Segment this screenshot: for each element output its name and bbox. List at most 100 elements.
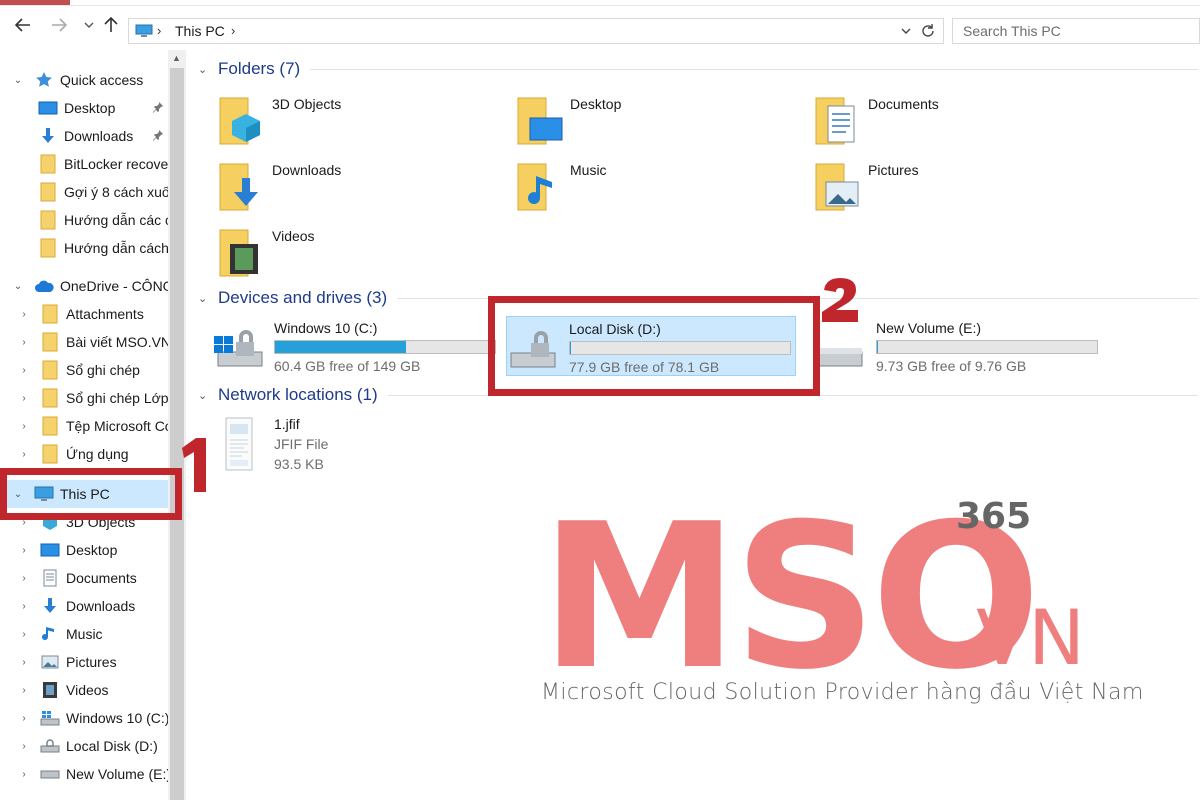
sidebar-scrollbar[interactable]: ▲	[168, 50, 186, 800]
document-icon	[40, 569, 60, 587]
music-note-icon	[40, 625, 60, 643]
chevron-right-icon[interactable]: ›	[18, 741, 30, 752]
chevron-right-icon[interactable]: ›	[18, 309, 30, 320]
sidebar-item-folder[interactable]: › Ứng dụng	[0, 440, 168, 468]
drive-free-space: 60.4 GB free of 149 GB	[274, 358, 421, 374]
download-arrow-icon	[40, 597, 60, 615]
sidebar-item-label: Hướng dẫn các c	[64, 212, 168, 228]
chevron-down-icon[interactable]: ⌄	[12, 281, 24, 292]
back-button[interactable]	[12, 14, 34, 36]
chevron-right-icon[interactable]: ›	[18, 629, 30, 640]
sidebar-item-downloads[interactable]: › Downloads	[0, 592, 168, 620]
sidebar-item-new-volume[interactable]: › New Volume (E:)	[0, 760, 168, 788]
navigation-pane: ⌄ Quick access Desktop Downloads BitLock…	[0, 50, 186, 800]
chevron-down-icon[interactable]	[899, 22, 913, 40]
chevron-right-icon[interactable]: ›	[18, 337, 30, 348]
search-input[interactable]: Search This PC	[952, 18, 1200, 44]
chevron-right-icon[interactable]: ›	[18, 713, 30, 724]
sidebar-item-desktop[interactable]: › Desktop	[0, 536, 168, 564]
drive-free-space: 9.73 GB free of 9.76 GB	[876, 358, 1027, 374]
folder-icon	[40, 332, 60, 352]
chevron-down-icon[interactable]: ⌄	[198, 389, 212, 402]
chevron-right-icon[interactable]: ›	[18, 449, 30, 460]
sidebar-item-label: Desktop	[66, 542, 118, 558]
sidebar-item-pictures[interactable]: › Pictures	[0, 648, 168, 676]
chevron-right-icon[interactable]: ›	[18, 685, 30, 696]
folder-music[interactable]: Music	[516, 158, 607, 214]
chevron-right-icon[interactable]: ›	[18, 769, 30, 780]
sidebar-item-downloads-quick[interactable]: Downloads	[0, 122, 168, 150]
mso-watermark-logo: MSO .VN 365	[540, 490, 1080, 680]
folder-desktop[interactable]: Desktop	[516, 92, 621, 148]
cube-folder-icon	[218, 92, 266, 148]
drive-windows-c[interactable]: Windows 10 (C:) 60.4 GB free of 149 GB	[212, 316, 502, 376]
chevron-down-icon[interactable]: ⌄	[198, 63, 212, 76]
chevron-right-icon[interactable]: ›	[18, 545, 30, 556]
sidebar-item-folder[interactable]: Hướng dẫn cách	[0, 234, 168, 262]
chevron-right-icon[interactable]: ›	[18, 421, 30, 432]
sidebar-item-label: Bài viết MSO.VN	[66, 334, 168, 350]
highlight-box-this-pc	[0, 468, 182, 520]
sidebar-item-folder[interactable]: › Sổ ghi chép	[0, 356, 168, 384]
chevron-right-icon[interactable]: ›	[18, 601, 30, 612]
drive-icon	[40, 765, 60, 783]
chevron-right-icon[interactable]: ›	[18, 393, 30, 404]
drive-usage-bar	[876, 340, 1098, 354]
forward-button[interactable]	[48, 14, 70, 36]
watermark-suffix: .VN	[952, 593, 1080, 680]
sidebar-item-label: Pictures	[66, 654, 117, 670]
sidebar-item-windows-drive[interactable]: › Windows 10 (C:)	[0, 704, 168, 732]
folder-documents[interactable]: Documents	[814, 92, 939, 148]
pin-icon[interactable]	[152, 101, 164, 113]
ribbon-accent	[0, 0, 70, 5]
sidebar-item-quick-access[interactable]: ⌄ Quick access	[0, 66, 168, 94]
folder-icon	[40, 388, 60, 408]
sidebar-item-local-disk[interactable]: › Local Disk (D:)	[0, 732, 168, 760]
sidebar-item-folder[interactable]: Gợi ý 8 cách xuố	[0, 178, 168, 206]
sidebar-item-label: Desktop	[64, 100, 116, 116]
divider	[310, 68, 1198, 70]
sidebar-item-folder[interactable]: BitLocker recove	[0, 150, 168, 178]
sidebar-item-folder[interactable]: › Bài viết MSO.VN	[0, 328, 168, 356]
scroll-up-icon[interactable]: ▲	[172, 53, 181, 63]
sidebar-item-folder[interactable]: › Tệp Microsoft Co	[0, 412, 168, 440]
sidebar-item-folder[interactable]: Hướng dẫn các c	[0, 206, 168, 234]
breadcrumb-this-pc[interactable]: This PC	[175, 23, 225, 39]
folder-name: Documents	[868, 96, 939, 112]
up-button[interactable]	[100, 14, 122, 36]
drive-usage-fill	[877, 341, 878, 353]
chevron-down-icon[interactable]: ⌄	[12, 75, 24, 86]
folder-downloads[interactable]: Downloads	[218, 158, 341, 214]
sidebar-item-folder[interactable]: › Sổ ghi chép Lớp	[0, 384, 168, 412]
sidebar-item-music[interactable]: › Music	[0, 620, 168, 648]
arrow-up-icon	[104, 17, 118, 32]
chevron-right-icon[interactable]: ›	[18, 365, 30, 376]
chevron-right-icon[interactable]: ›	[18, 573, 30, 584]
star-icon	[34, 71, 54, 89]
refresh-icon[interactable]	[919, 22, 937, 40]
folder-pictures[interactable]: Pictures	[814, 158, 919, 214]
navigation-bar: › This PC › Search This PC	[0, 6, 1200, 46]
sidebar-item-documents[interactable]: › Documents	[0, 564, 168, 592]
sidebar-item-onedrive[interactable]: ⌄ OneDrive - CÔNG	[0, 272, 168, 300]
sidebar-item-label: Local Disk (D:)	[66, 738, 158, 754]
drive-new-volume-e[interactable]: New Volume (E:) 9.73 GB free of 9.76 GB	[814, 316, 1104, 376]
sidebar-item-folder[interactable]: › Attachments	[0, 300, 168, 328]
folder-videos[interactable]: Videos	[218, 224, 315, 280]
pin-icon[interactable]	[152, 129, 164, 141]
address-bar[interactable]: › This PC ›	[128, 18, 944, 44]
breadcrumb-separator[interactable]: ›	[231, 23, 235, 38]
folder-3d-objects[interactable]: 3D Objects	[218, 92, 341, 148]
group-header-folders[interactable]: ⌄ Folders (7)	[198, 57, 1198, 81]
network-file-jfif[interactable]: 1.jfif JFIF File 93.5 KB	[216, 414, 376, 474]
chevron-down-icon[interactable]: ⌄	[198, 292, 212, 305]
recent-locations-button[interactable]	[78, 14, 100, 36]
file-type: JFIF File	[274, 436, 329, 452]
chevron-right-icon[interactable]: ›	[18, 657, 30, 668]
drive-usage-bar	[274, 340, 496, 354]
sidebar-item-desktop-quick[interactable]: Desktop	[0, 94, 168, 122]
arrow-left-icon	[15, 18, 30, 32]
sidebar-item-videos[interactable]: › Videos	[0, 676, 168, 704]
folder-name: Pictures	[868, 162, 919, 178]
step-number-2	[822, 278, 858, 322]
